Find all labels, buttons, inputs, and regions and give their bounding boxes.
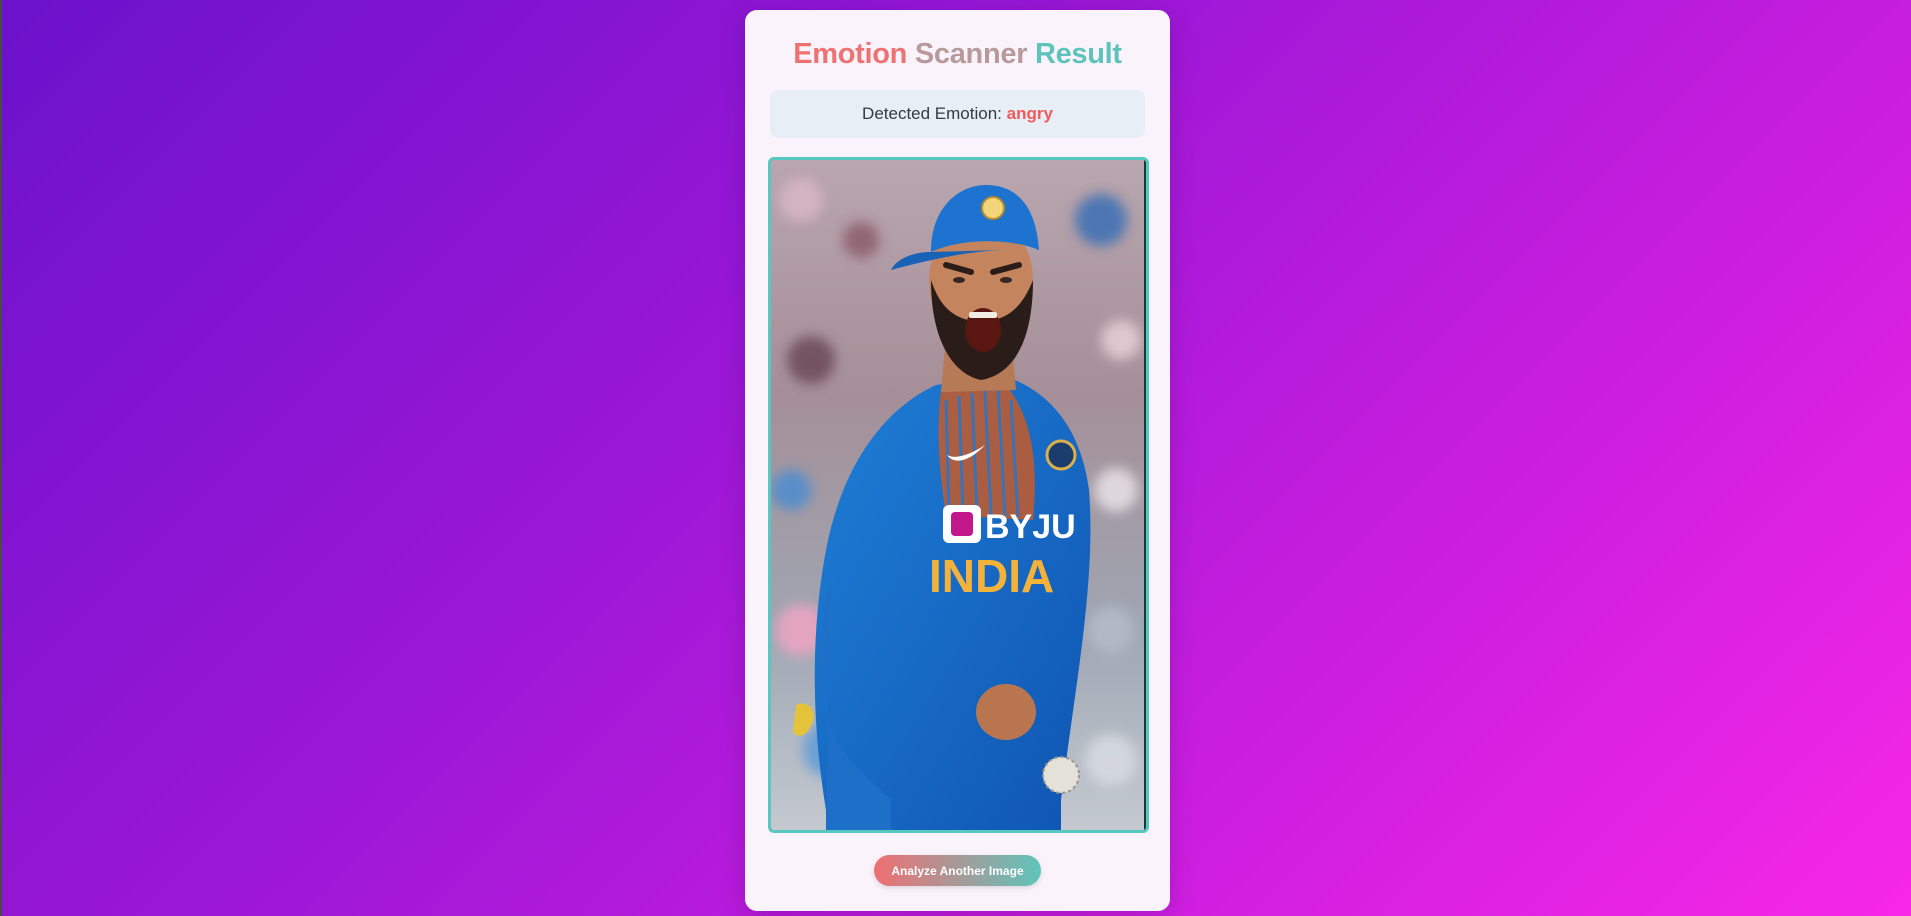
detected-emotion-label: Detected Emotion: — [862, 104, 1002, 123]
detected-emotion-box: Detected Emotion: angry — [770, 90, 1145, 138]
title-word-result: Result — [1034, 38, 1122, 70]
jersey-team-text: INDIA — [929, 550, 1054, 602]
title-word-scanner: Scanner — [914, 38, 1028, 70]
uploaded-image: BYJU INDIA — [768, 157, 1149, 833]
jersey-sponsor-text: BYJU — [985, 508, 1076, 546]
title-word-emotion: Emotion — [793, 38, 908, 70]
page-title: Emotion Scanner Result — [745, 38, 1170, 71]
detected-emotion-value: angry — [1006, 104, 1053, 123]
analyze-another-image-button[interactable]: Analyze Another Image — [874, 855, 1041, 886]
result-card: Emotion Scanner Result Detected Emotion:… — [745, 10, 1170, 911]
window-left-edge — [0, 0, 2, 916]
uploaded-photo: BYJU INDIA — [771, 160, 1146, 830]
